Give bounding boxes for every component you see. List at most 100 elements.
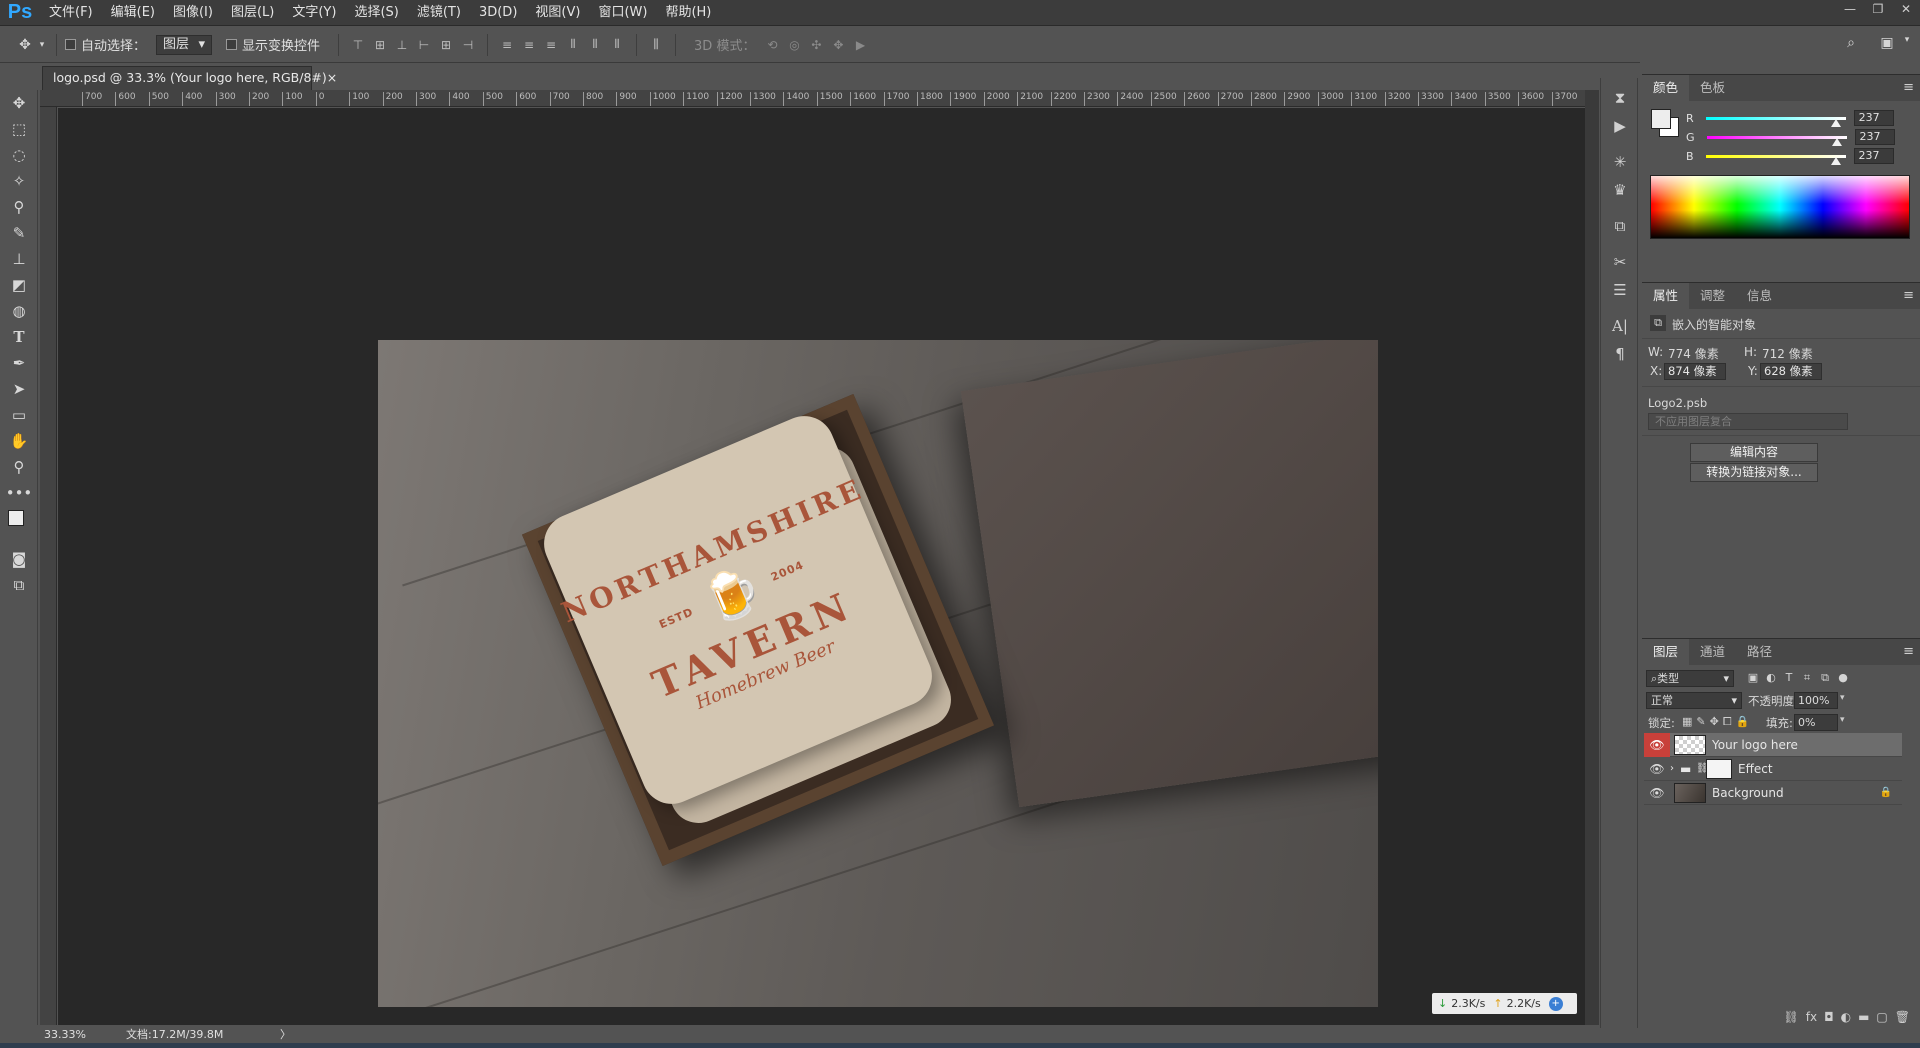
brush-presets-icon[interactable]: ♛	[1601, 176, 1639, 204]
eraser-tool-icon[interactable]: ◩	[0, 272, 38, 298]
distribute-bottom-icon[interactable]: ≡	[540, 37, 562, 53]
blend-mode-select[interactable]: 正常 ▾	[1646, 692, 1742, 709]
3d-drag-icon[interactable]: ✣	[805, 37, 827, 53]
history-icon[interactable]: ⧗	[1601, 84, 1639, 112]
auto-select-checkbox[interactable]	[65, 39, 76, 50]
more-tools-icon[interactable]: •••	[0, 480, 38, 506]
auto-align-icon[interactable]: ⫼	[645, 37, 667, 53]
document-tab[interactable]: logo.psd @ 33.3% (Your logo here, RGB/8#…	[42, 66, 337, 90]
align-top-icon[interactable]: ⊤	[347, 37, 369, 53]
edit-contents-button[interactable]: 编辑内容	[1690, 443, 1818, 462]
search-icon[interactable]: ⌕	[1840, 35, 1862, 51]
auto-select-dropdown[interactable]: 图层 ▾	[156, 34, 213, 55]
tab-properties[interactable]: 属性	[1642, 283, 1690, 309]
actions-play-icon[interactable]: ▶	[1601, 112, 1639, 140]
chevron-down-icon[interactable]: ▾	[1840, 715, 1845, 725]
network-widget-icon[interactable]: +	[1548, 996, 1563, 1011]
link-icon[interactable]: ⛓	[1696, 763, 1709, 774]
new-layer-icon[interactable]: ▢	[1876, 1010, 1887, 1024]
paragraph-icon[interactable]: ¶	[1601, 340, 1639, 368]
align-hcenter-icon[interactable]: ⊞	[435, 37, 457, 53]
move-tool-icon[interactable]: ✥	[0, 90, 38, 116]
eyedropper-tool-icon[interactable]: ⚲	[0, 194, 38, 220]
lock-all-icon[interactable]: 🔒	[1736, 715, 1750, 729]
clone-source-icon[interactable]: ⧉	[1601, 212, 1639, 240]
link-layers-icon[interactable]: ⛓	[1784, 1010, 1799, 1024]
zoom-level[interactable]: 33.33%	[44, 1028, 100, 1041]
filter-adjustment-icon[interactable]: ◐	[1762, 671, 1780, 685]
3d-camera-icon[interactable]: ▶	[849, 37, 871, 53]
channel-value-field[interactable]: 237	[1854, 129, 1895, 145]
move-tool-icon[interactable]: ✥	[14, 37, 36, 53]
marquee-tool-icon[interactable]: ⬚	[0, 116, 38, 142]
tool-presets-icon[interactable]: ✂	[1601, 248, 1639, 276]
3d-panel-icon[interactable]: ✳	[1601, 148, 1639, 176]
hand-tool-icon[interactable]: ✋	[0, 428, 38, 454]
convert-to-linked-button[interactable]: 转换为链接对象...	[1690, 463, 1818, 482]
close-icon[interactable]: ✕	[1892, 0, 1920, 18]
new-group-icon[interactable]: ▬	[1858, 1010, 1869, 1024]
panel-menu-icon[interactable]: ≡	[1903, 283, 1914, 309]
menu-filter[interactable]: 滤镜(T)	[408, 0, 470, 26]
3d-roll-icon[interactable]: ◎	[783, 37, 805, 53]
distribute-vcenter-icon[interactable]: ≡	[518, 37, 540, 53]
filter-smart-object-icon[interactable]: ⧉	[1816, 671, 1834, 685]
panel-menu-icon[interactable]: ≡	[1903, 75, 1914, 101]
color-swatches[interactable]	[0, 506, 38, 546]
chevron-down-icon[interactable]: ▾	[1840, 693, 1845, 703]
layer-comp-select[interactable]: 不应用图层复合	[1648, 413, 1848, 430]
slider-track[interactable]	[1705, 154, 1846, 165]
magic-wand-tool-icon[interactable]: ✧	[0, 168, 38, 194]
type-tool-icon[interactable]: T	[0, 324, 38, 350]
menu-3d[interactable]: 3D(D)	[470, 0, 526, 26]
height-value[interactable]: 712 像素	[1762, 345, 1813, 362]
slider-thumb[interactable]	[1831, 137, 1842, 146]
layer-row-background[interactable]: 👁 Background 🔒	[1644, 781, 1902, 805]
slider-thumb[interactable]	[1830, 156, 1841, 165]
color-spectrum[interactable]	[1650, 175, 1910, 239]
adjustments-sliders-icon[interactable]: ☰	[1601, 276, 1639, 304]
filter-toggle-icon[interactable]: ●	[1834, 671, 1852, 685]
brush-tool-icon[interactable]: ✎	[0, 220, 38, 246]
tab-swatches[interactable]: 色板	[1689, 75, 1736, 101]
align-left-icon[interactable]: ⊢	[413, 37, 435, 53]
color-slider-r[interactable]: R 237	[1686, 109, 1912, 127]
character-icon[interactable]: A|	[1601, 312, 1639, 340]
layer-row-your-logo[interactable]: 👁 Your logo here	[1644, 732, 1902, 757]
lock-transparency-icon[interactable]: ▦	[1682, 715, 1692, 729]
slider-track[interactable]	[1706, 135, 1847, 146]
zoom-tool-icon[interactable]: ⚲	[0, 454, 38, 480]
vertical-scrollbar[interactable]	[1585, 90, 1599, 1025]
document-canvas[interactable]: NORTHAMSHIRE ESTD 🍺 2004 TAVERN Homebrew…	[58, 108, 1585, 1025]
filter-type-icon[interactable]: T	[1780, 671, 1798, 685]
distribute-hcenter-icon[interactable]: ⫴	[584, 37, 606, 53]
panel-menu-icon[interactable]: ≡	[1903, 639, 1914, 665]
slider-track[interactable]	[1705, 116, 1846, 127]
path-selection-tool-icon[interactable]: ➤	[0, 376, 38, 402]
adjustment-layer-icon[interactable]: ◐	[1841, 1010, 1851, 1024]
color-slider-g[interactable]: G 237	[1686, 128, 1912, 146]
menu-file[interactable]: 文件(F)	[40, 0, 102, 26]
layer-name[interactable]: Your logo here	[1712, 738, 1798, 752]
visibility-eye-icon[interactable]: 👁	[1644, 732, 1670, 757]
rectangle-tool-icon[interactable]: ▭	[0, 402, 38, 428]
chevron-down-icon[interactable]: ▾	[1896, 35, 1918, 45]
slider-thumb[interactable]	[1830, 118, 1841, 127]
expand-arrow-icon[interactable]: ›	[1670, 763, 1680, 774]
channel-value-field[interactable]: 237	[1853, 110, 1894, 126]
show-transform-checkbox[interactable]	[226, 39, 238, 50]
paint-bucket-tool-icon[interactable]: ◍	[0, 298, 38, 324]
menu-select[interactable]: 选择(S)	[345, 0, 407, 26]
tab-info[interactable]: 信息	[1736, 283, 1783, 309]
foreground-color-swatch[interactable]	[8, 510, 24, 526]
distribute-right-icon[interactable]: ⫴	[606, 37, 628, 53]
layer-name[interactable]: Effect	[1738, 762, 1773, 776]
distribute-top-icon[interactable]: ≡	[496, 37, 518, 53]
menu-window[interactable]: 窗口(W)	[589, 0, 656, 26]
workspace-icon[interactable]: ▣	[1876, 35, 1898, 51]
status-menu-arrow[interactable]: 〉	[280, 1026, 291, 1042]
delete-layer-icon[interactable]: 🗑	[1895, 1010, 1910, 1024]
menu-edit[interactable]: 编辑(E)	[102, 0, 164, 26]
tab-adjustments[interactable]: 调整	[1689, 283, 1736, 309]
filter-shape-icon[interactable]: ⌗	[1798, 671, 1816, 685]
